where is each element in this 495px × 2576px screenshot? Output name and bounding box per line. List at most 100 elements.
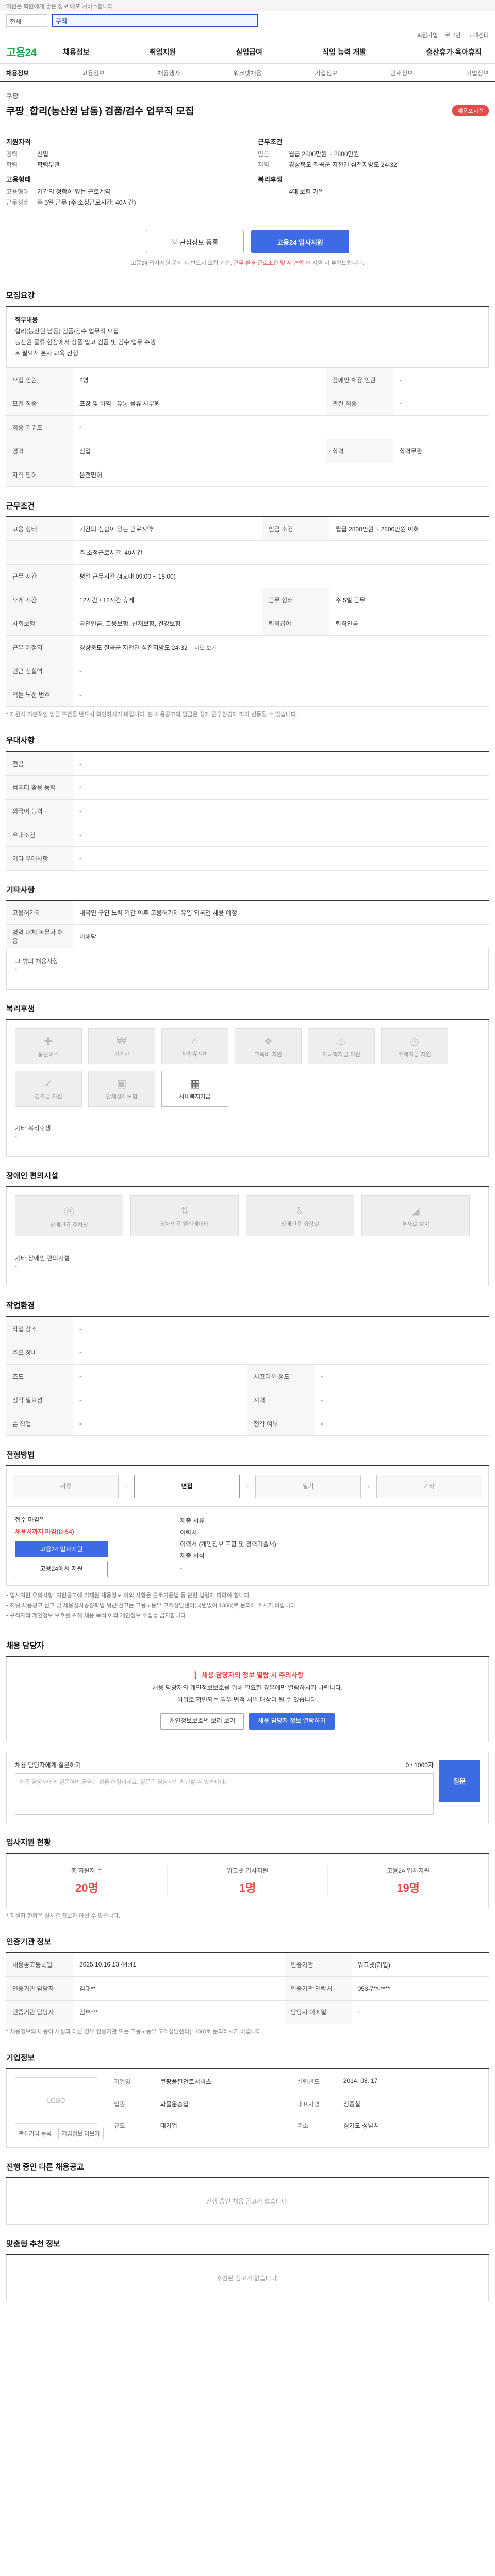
util-link-signup[interactable]: 회원가입 [417,31,438,39]
doc-head: 제출 서류 [180,1517,205,1524]
subnav-item[interactable]: 기업정보 [466,69,489,77]
table-header-cell: 자격 면허 [6,463,73,487]
table-cell: 기간의 정함이 있는 근로계약 [73,517,262,541]
subnav-item[interactable]: 인재정보 [390,69,413,77]
access-label: 장애인용 주차장 [50,1222,88,1228]
table-cell: - [73,1388,248,1412]
section-title: 입사지원 현황 [6,1837,489,1854]
search-category-select[interactable]: 전체 [6,14,47,27]
recruit-table: 모집 인원 2명 장애인 채용 인원 - 모집 직종 포장 및 하역 · 유통 물류 사… [6,368,489,487]
util-link-help[interactable]: 고객센터 [468,31,489,39]
company-name[interactable]: 쿠팡 [6,91,489,100]
health-icon: ✚ [44,1036,53,1047]
table-cell: 월급 2800만원 ~ 2800만원 이하 [329,517,489,541]
table-header-cell: 인증기관 연락처 [284,1976,352,2001]
table-row: 손 작업 - 청각 여부 - [6,1412,489,1436]
manager-buttons: 개인정보보호법 보러 보기 채용 담당자 정보 열람하기 [19,1713,476,1730]
search-input[interactable]: 구직 [52,14,258,27]
summary-key: 임금 [258,150,270,158]
qa-submit-button[interactable]: 질문 [439,1760,480,1802]
other-etc-box: 그 밖의 채용사항 - [6,948,489,990]
company-logo: LOGO [15,2077,97,2124]
summary-head: 고용형태 [6,176,31,183]
subnav-item[interactable]: 고용정보 [82,69,105,77]
table-row: 작업 장소 - [6,1317,489,1341]
gnb-item[interactable]: 출산휴가·육아휴직 [419,47,489,57]
money-icon: ₩ [117,1035,127,1047]
utility-links: 회원가입 로그인 고객센터 [0,30,495,40]
apply-button[interactable]: 고용24 입사지원 [251,230,349,253]
table-row: 경력 신입 학력 학력무관 [6,439,489,463]
bottom-spacer [0,2301,495,2332]
alert-icon: ❗ [191,1671,202,1680]
view-manager-button[interactable]: 채용 담당자 정보 열람하기 [249,1713,335,1730]
subnav-item[interactable]: 워크넷채용 [233,69,261,77]
summary-right: 근무조건 임금 월급 2800만원 ~ 2800만원 지역 경상북도 칠곡군 지천면… [258,131,489,209]
table-cell: 김태** [73,1976,285,2001]
summary-key [258,187,289,196]
table-header-cell: 작업 장소 [6,1317,73,1341]
table-header-cell: 관련 직종 [326,392,393,416]
company-value: 대기업 [160,2122,177,2130]
access-item: ♿ 장애인용 화장실 [246,1195,354,1237]
apply-alt-button[interactable]: 고용24에서 지원 [15,1560,108,1577]
table-cell: - [73,659,489,684]
summary-line: 고용형태 기간의 정함이 있는 근로계약 [6,187,237,196]
site-logo[interactable]: 고용24 [6,44,56,60]
qa-input[interactable]: 채용 담당자에게 질문하여 궁금한 점을 해결하세요. 질문은 담당자만 확인할… [15,1773,434,1815]
table-header-cell: 주요 장비 [6,1341,73,1365]
table-cell: 053-7**-**** [351,1976,489,2001]
gnb-item[interactable]: 실업급여 [228,47,270,57]
table-cell: - [73,1364,248,1388]
table-row: 근무 예정지 경상북도 칠곡군 지천면 심천지방도 24-32 지도 보기 [6,635,489,660]
summary-key: 지역 [258,161,270,168]
process-step: 서류 [13,1474,119,1498]
summary-value: 신입 [37,150,49,158]
global-nav: 고용24 채용정보 취업지원 실업급여 직업 능력 개발 출산휴가·육아휴직 [0,40,495,64]
sub-nav: 채용정보 고용정보 채용행사 워크넷채용 기업정보 인재정보 기업정보 [0,64,495,82]
apply-info: 접수 마감일 채용시까지 마감(D-54) 고용24 입사지원 고용24에서 지… [6,1506,489,1586]
status-section: 입사지원 현황 총 지원자 수 20명 워크넷 입사지원 1명 고용24 입사지원 1… [0,1837,495,1923]
gnb-item[interactable]: 취업지원 [142,47,184,57]
table-row: 기타 우대사항 - [6,846,489,871]
company-box: LOGO 관심기업 등록 기업정보 더보기 기업명 쿠팡풀필먼트서비스 설립년도 20… [6,2069,489,2148]
manager-line: 채용 담당자의 개인정보보호를 위해 필요한 경우에만 열람하시기 바랍니다. [152,1684,343,1691]
recruit-section: 모집요강 직무내용 합리(농산원 남동) 검품/검수 업무직 모집 농산원 물류… [0,290,495,487]
company-more-button[interactable]: 기업정보 더보기 [58,2128,104,2140]
chevron-right-icon: › [125,1482,128,1490]
stat-value: 19명 [397,1881,420,1894]
duty-line: ※ 필요시 본사 교육 진행 [15,349,78,357]
table-header-cell: 먹는 노선 번호 [6,683,73,707]
welfare-etc-box: 기타 복리후생 - [6,1115,489,1157]
scrap-button[interactable]: ♡ 관심정보 등록 [146,230,244,253]
company-value: 쿠팡풀필먼트서비스 [160,2078,212,2086]
company-key: 대표자명 [296,2100,320,2108]
page-root: 지원은 회원에게 좋은 정보 배포 서비스합니다 전체 구직 회원가입 로그인 … [0,0,495,2332]
subnav-item[interactable]: 채용행사 [158,69,180,77]
table-header-cell: 조도 [6,1364,73,1388]
table-header-cell: 근무 형태 [262,588,329,613]
apply-online-button[interactable]: 고용24 입사지원 [15,1540,108,1557]
company-scrap-button[interactable]: 관심기업 등록 [15,2128,55,2140]
gnb-item[interactable]: 직업 능력 개발 [315,47,373,57]
table-row: 근무 시간 평일 근무시간 (4교대 09:00 ~ 18:00) [6,564,489,589]
table-header-cell: 인증기관 담당자 [6,1976,73,2001]
util-link-login[interactable]: 로그인 [445,31,460,39]
company-key: 업종 [113,2100,125,2108]
section-title: 기타사항 [6,884,489,901]
other-section: 기타사항 고용허가제 내국인 구인 노력 기간 이후 고용허가제 유입 외국인 채… [0,884,495,990]
manager-section: 채용 담당자 ❗ 채용 담당자의 정보 열람 시 주의사항 채용 담당자의 개인… [0,1640,495,1823]
welfare-label: 통근버스 [38,1051,59,1058]
table-cell: 2명 [73,368,326,392]
stat-label: 총 지원자 수 [71,1867,103,1874]
subnav-item[interactable]: 기업정보 [315,69,337,77]
stat-item: 총 지원자 수 20명 [7,1866,168,1895]
job-summary: 지원자격 경력 신입 학력 학력무관 고용형태 고용형태 기간의 정함이 있는 근로계… [0,122,495,218]
table-row: 모집 인원 2명 장애인 채용 인원 - [6,368,489,392]
table-header-cell: 청각 필요성 [6,1388,73,1412]
privacy-law-button[interactable]: 개인정보보호법 보러 보기 [160,1713,244,1730]
summary-value: 4대 보험 가입 [289,188,324,195]
map-button[interactable]: 지도 보기 [190,641,221,653]
subnav-item[interactable]: 채용정보 [6,69,29,77]
gnb-item[interactable]: 채용정보 [56,47,97,57]
